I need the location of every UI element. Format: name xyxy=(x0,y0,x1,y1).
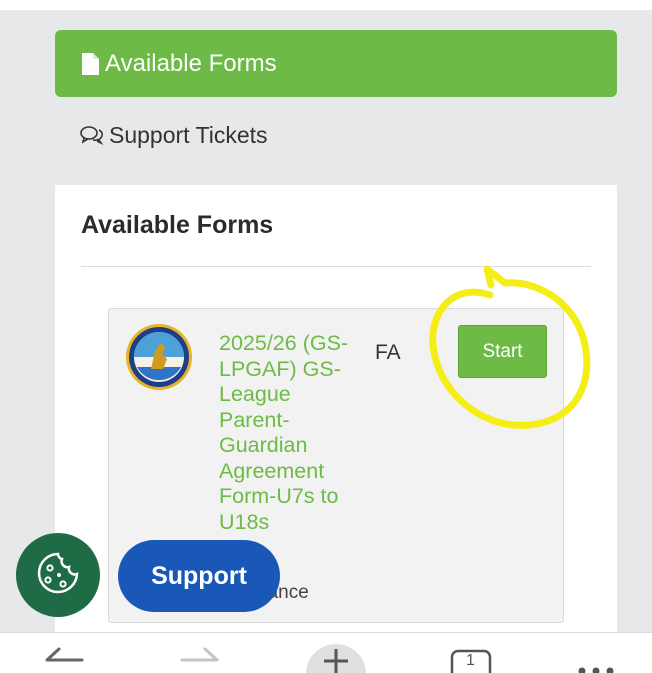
chat-bubbles-icon xyxy=(80,125,104,145)
browser-toolbar: 1 xyxy=(0,632,652,673)
tab-count: 1 xyxy=(466,652,475,669)
top-strip xyxy=(0,0,652,10)
more-icon[interactable] xyxy=(578,663,618,673)
highlight-annotation xyxy=(429,265,591,429)
new-tab-plus-icon[interactable] xyxy=(306,639,366,673)
forward-arrow-icon[interactable] xyxy=(180,647,220,673)
cookie-settings-button[interactable] xyxy=(16,533,100,617)
support-button[interactable]: Support xyxy=(118,540,280,612)
cookie-icon xyxy=(35,550,81,601)
back-arrow-icon[interactable] xyxy=(44,647,84,673)
form-title-link[interactable]: 2025/26 (GS-LPGAF) GS-League Parent-Guar… xyxy=(219,331,367,535)
nav-item-available-forms[interactable]: Available Forms xyxy=(55,30,617,97)
document-icon xyxy=(81,52,99,75)
nav-item-support-tickets[interactable]: Support Tickets xyxy=(80,118,268,152)
club-logo xyxy=(125,323,193,391)
nav-label-support-tickets: Support Tickets xyxy=(109,121,268,148)
panel-title: Available Forms xyxy=(81,211,274,239)
form-type: FA xyxy=(375,341,401,364)
nav-label-available-forms: Available Forms xyxy=(105,49,277,77)
